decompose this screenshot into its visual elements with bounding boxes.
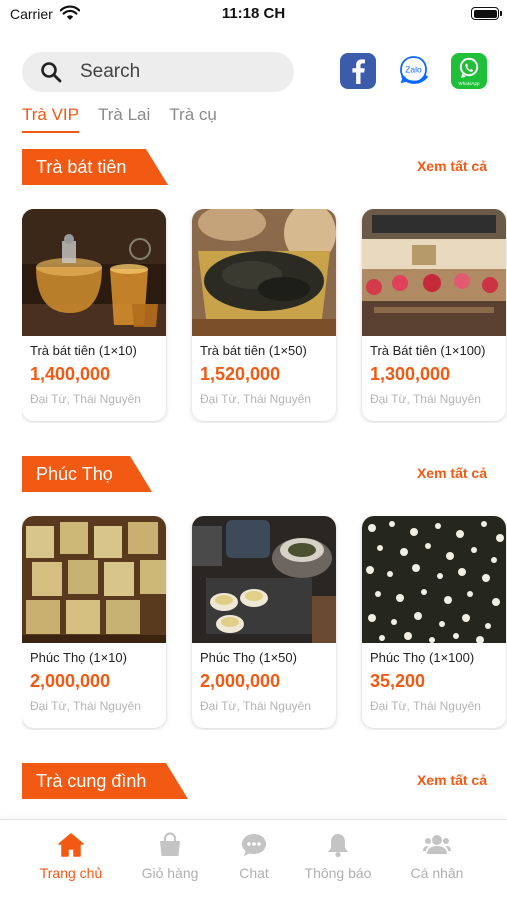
- nav-home[interactable]: Trang chủ: [21, 830, 121, 890]
- product-card[interactable]: Phúc Thọ (1×10) 2,000,000 Đại Từ, Thái N…: [22, 516, 166, 728]
- product-image-tea-boxes: [22, 516, 166, 643]
- nav-notifications[interactable]: Thông báo: [288, 830, 388, 890]
- nav-label: Cá nhân: [410, 865, 464, 881]
- search-icon: [41, 62, 62, 83]
- product-name: Phúc Thọ (1×100): [370, 650, 475, 665]
- product-image-tea-cups: [192, 516, 336, 643]
- nav-profile[interactable]: Cá nhân: [387, 830, 487, 890]
- home-icon: [58, 833, 84, 857]
- section-title: Trà cung đình: [22, 763, 188, 799]
- product-card[interactable]: Phúc Thọ (1×50) 2,000,000 Đại Từ, Thái N…: [192, 516, 336, 728]
- product-price: 35,200: [370, 671, 426, 691]
- section-title: Phúc Thọ: [22, 456, 152, 492]
- product-card[interactable]: Trà bát tiên (1×10) 1,400,000 Đại Từ, Th…: [22, 209, 166, 421]
- product-image-teapot: [22, 209, 166, 336]
- section-header-tra-bat-tien: Trà bát tiên Xem tất cả: [22, 149, 487, 185]
- tab-tra-lai[interactable]: Trà Lai: [98, 104, 150, 134]
- product-location: Đại Từ, Thái Nguyên: [200, 392, 311, 406]
- users-icon: [423, 835, 451, 854]
- product-row-tra-bat-tien: Trà bát tiên (1×10) 1,400,000 Đại Từ, Th…: [22, 209, 507, 423]
- product-name: Trà Bát tiên (1×100): [370, 343, 486, 358]
- product-image-tea-table: [362, 209, 506, 336]
- see-all-link[interactable]: Xem tất cả: [417, 158, 487, 174]
- zalo-logo-text: Zalo: [405, 65, 422, 75]
- bottom-navigation: Trang chủ Giỏ hàng Chat Thông báo Cá nhâ…: [0, 819, 507, 900]
- product-price: 1,300,000: [370, 364, 451, 384]
- see-all-link[interactable]: Xem tất cả: [417, 772, 487, 788]
- product-card[interactable]: Phúc Thọ (1×100) 35,200 Đại Từ, Thái Ngu…: [362, 516, 506, 728]
- facebook-button[interactable]: [340, 53, 376, 89]
- product-name: Phúc Thọ (1×10): [30, 650, 127, 665]
- nav-label: Trang chủ: [39, 865, 103, 881]
- zalo-button[interactable]: Zalo: [395, 53, 431, 89]
- clock: 11:18 CH: [221, 5, 286, 22]
- product-price: 1,520,000: [200, 364, 281, 384]
- product-card[interactable]: Trà Bát tiên (1×100) 1,300,000 Đại Từ, T…: [362, 209, 506, 421]
- product-image-jasmine-tea: [362, 516, 506, 644]
- product-price: 2,000,000: [200, 671, 281, 691]
- product-location: Đại Từ, Thái Nguyên: [370, 699, 481, 713]
- tab-tra-vip[interactable]: Trà VIP: [22, 104, 79, 134]
- chat-bubble-icon: [242, 834, 266, 856]
- product-location: Đại Từ, Thái Nguyên: [200, 699, 311, 713]
- category-tabs: Trà VIP Trà Lai Trà cụ: [22, 104, 236, 134]
- product-price: 1,400,000: [30, 364, 111, 384]
- product-card[interactable]: Trà bát tiên (1×50) 1,520,000 Đại Từ, Th…: [192, 209, 336, 421]
- product-location: Đại Từ, Thái Nguyên: [30, 392, 141, 406]
- product-row-phuc-tho: Phúc Thọ (1×10) 2,000,000 Đại Từ, Thái N…: [22, 516, 507, 730]
- section-header-tra-cung-dinh: Trà cung đình Xem tất cả: [22, 763, 487, 799]
- whatsapp-icon: WhatsApp: [458, 57, 480, 86]
- whatsapp-logo-text: WhatsApp: [458, 81, 480, 86]
- bell-icon: [328, 834, 348, 858]
- zalo-icon: Zalo: [400, 56, 428, 84]
- facebook-icon: [352, 59, 365, 84]
- product-price: 2,000,000: [30, 671, 111, 691]
- section-header-phuc-tho: Phúc Thọ Xem tất cả: [22, 456, 487, 492]
- product-name: Trà bát tiên (1×10): [30, 343, 137, 358]
- nav-label: Thông báo: [304, 865, 372, 881]
- product-location: Đại Từ, Thái Nguyên: [370, 392, 481, 406]
- see-all-link[interactable]: Xem tất cả: [417, 465, 487, 481]
- tab-tra-cu[interactable]: Trà cụ: [169, 104, 217, 134]
- shopping-bag-icon: [160, 832, 180, 856]
- product-name: Phúc Thọ (1×50): [200, 650, 297, 665]
- product-name: Trà bát tiên (1×50): [200, 343, 307, 358]
- search-bar[interactable]: [22, 52, 294, 92]
- whatsapp-button[interactable]: WhatsApp: [451, 53, 487, 89]
- status-bar: Carrier 11:18 CH: [0, 0, 507, 28]
- battery-icon: [471, 7, 502, 20]
- search-input[interactable]: [80, 58, 280, 86]
- product-image-tea-leaves: [192, 209, 336, 336]
- section-title: Trà bát tiên: [22, 149, 168, 185]
- product-location: Đại Từ, Thái Nguyên: [30, 699, 141, 713]
